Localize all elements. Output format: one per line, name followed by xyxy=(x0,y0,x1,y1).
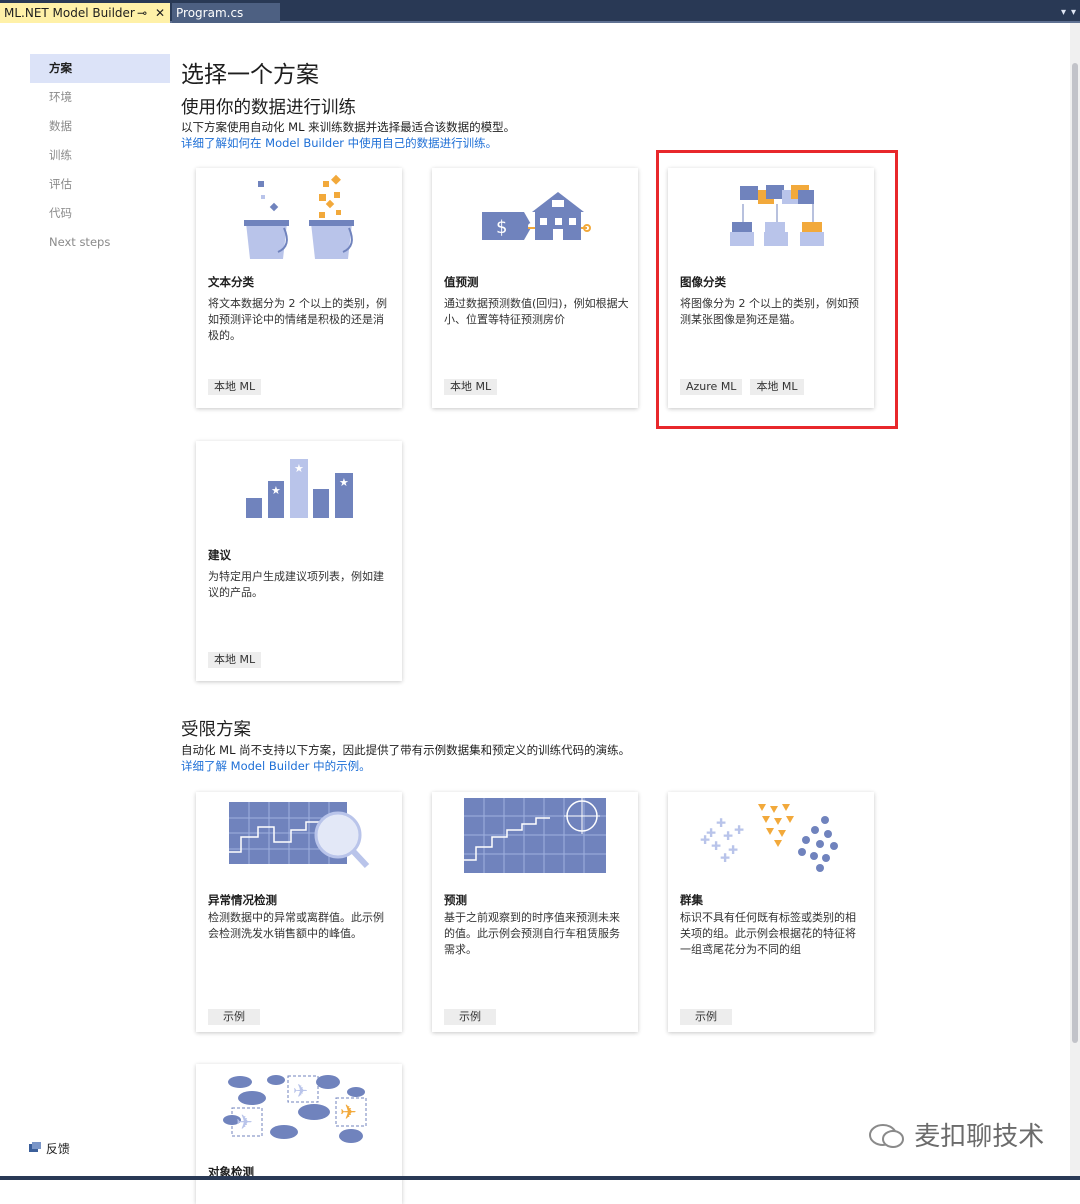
tab-program-cs[interactable]: Program.cs xyxy=(172,3,280,23)
tag-local-ml: 本地 ML xyxy=(444,379,498,395)
tab-label: ML.NET Model Builder xyxy=(4,6,135,20)
card-title: 异常情况检测 xyxy=(208,893,277,907)
scenario-card-value-prediction[interactable]: $ 值预测 通过数据预测数值(回归)，例如根据大小、位置等特征预测房价 本地 M… xyxy=(432,168,638,408)
sample-card-forecasting[interactable]: 预测 基于之前观察到的时序值来预测未来的值。此示例会预测自行车租赁服务需求。 示… xyxy=(432,792,638,1032)
tag-sample: 示例 xyxy=(680,1009,732,1025)
tag-local-ml: 本地 ML xyxy=(208,652,262,668)
tag-sample: 示例 xyxy=(444,1009,496,1025)
card-tags: 本地 ML xyxy=(444,379,498,395)
sample-card-anomaly-detection[interactable]: 异常情况检测 检测数据中的异常或离群值。此示例会检测洗发水销售额中的峰值。 示例 xyxy=(196,792,402,1032)
step-environment[interactable]: 环境 xyxy=(30,83,170,112)
card-description: 标识不具有任何既有标签或类别的相关项的组。此示例会根据花的特征将一组鸢尾花分为不… xyxy=(680,911,856,956)
close-icon[interactable]: ✕ xyxy=(155,3,165,23)
section-description-train: 以下方案使用自动化 ML 来训练数据并选择最适合该数据的模型。 xyxy=(181,120,516,134)
wechat-icon xyxy=(869,1124,904,1148)
sample-card-clustering[interactable]: ✚ ✚ ✚ ✚ ✚ ✚ ✚ ✚ 群集 标识不具有任何既有标签或类别的相关项的组。此示例会根据… xyxy=(668,792,874,1032)
card-description: 为特定用户生成建议项列表，例如建议的产品。 xyxy=(208,570,384,599)
svg-text:$: $ xyxy=(496,217,507,238)
status-bar xyxy=(0,1176,1080,1180)
selection-highlight-frame xyxy=(656,150,898,429)
card-tags: 本地 ML xyxy=(208,652,262,668)
feedback-button[interactable]: 反馈 xyxy=(28,1140,70,1157)
sample-card-object-detection[interactable]: ✈ ✈ ✈ 对象检测 xyxy=(196,1064,402,1204)
svg-text:★: ★ xyxy=(339,476,349,489)
window-menu-icon[interactable]: ▾ xyxy=(1071,7,1076,18)
tag-sample: 示例 xyxy=(208,1009,260,1025)
tab-label: Program.cs xyxy=(176,6,244,20)
step-train[interactable]: 训练 xyxy=(30,141,170,170)
feedback-icon xyxy=(29,1142,41,1152)
section-description-limited: 自动化 ML 尚不支持以下方案，因此提供了带有示例数据集和预定义的训练代码的演练… xyxy=(181,743,631,757)
step-scenario[interactable]: 方案 xyxy=(30,54,170,83)
section-heading-limited: 受限方案 xyxy=(181,720,251,740)
text-classification-illustration xyxy=(244,174,354,259)
card-tags: 本地 ML xyxy=(208,379,262,395)
card-title: 值预测 xyxy=(444,275,479,289)
card-tags: 示例 xyxy=(208,1009,260,1025)
pin-icon[interactable]: ⊸ xyxy=(137,3,147,23)
svg-text:✈: ✈ xyxy=(236,1110,253,1134)
object-detection-illustration: ✈ ✈ ✈ xyxy=(223,1075,367,1143)
watermark-text: 麦扣聊技术 xyxy=(914,1122,1045,1152)
recommendation-illustration: ★ ★ ★ xyxy=(246,459,353,518)
svg-text:✚: ✚ xyxy=(716,816,726,830)
card-title: 建议 xyxy=(208,548,231,562)
tag-local-ml: 本地 ML xyxy=(208,379,262,395)
section-heading-train: 使用你的数据进行训练 xyxy=(181,98,356,118)
card-title: 预测 xyxy=(444,893,467,907)
step-evaluate[interactable]: 评估 xyxy=(30,170,170,199)
step-data[interactable]: 数据 xyxy=(30,112,170,141)
feedback-label: 反馈 xyxy=(45,1142,70,1156)
card-description: 检测数据中的异常或离群值。此示例会检测洗发水销售额中的峰值。 xyxy=(208,911,384,940)
svg-text:✚: ✚ xyxy=(700,833,710,847)
learn-more-link-train[interactable]: 详细了解如何在 Model Builder 中使用自己的数据进行训练。 xyxy=(181,135,497,151)
card-description: 将文本数据分为 2 个以上的类别，例如预测评论中的情绪是积极的还是消极的。 xyxy=(208,297,387,342)
step-code[interactable]: 代码 xyxy=(30,199,170,228)
card-description: 基于之前观察到的时序值来预测未来的值。此示例会预测自行车租赁服务需求。 xyxy=(444,911,620,956)
svg-text:★: ★ xyxy=(294,462,304,475)
tab-model-builder[interactable]: ML.NET Model Builder ⊸ ✕ xyxy=(0,3,170,23)
card-title: 群集 xyxy=(680,893,703,907)
step-next-steps[interactable]: Next steps xyxy=(30,228,170,257)
learn-more-link-samples[interactable]: 详细了解 Model Builder 中的示例。 xyxy=(181,758,371,774)
svg-text:✈: ✈ xyxy=(293,1081,308,1102)
page-title: 选择一个方案 xyxy=(181,62,319,88)
vertical-scrollbar[interactable] xyxy=(1070,23,1080,1180)
svg-text:✈: ✈ xyxy=(340,1100,357,1124)
scenario-card-recommendation[interactable]: ★ ★ ★ 建议 为特定用户生成建议项列表，例如建议的产品。 本地 ML xyxy=(196,441,402,681)
wizard-steps-nav: 方案 环境 数据 训练 评估 代码 Next steps xyxy=(30,54,170,257)
tab-overflow-dropdown-icon[interactable]: ▾ xyxy=(1061,7,1066,18)
card-title: 文本分类 xyxy=(208,275,254,289)
anomaly-detection-illustration xyxy=(229,802,370,869)
svg-text:✚: ✚ xyxy=(734,823,744,837)
value-prediction-illustration: $ xyxy=(482,192,591,240)
scenario-card-text-classification[interactable]: 文本分类 将文本数据分为 2 个以上的类别，例如预测评论中的情绪是积极的还是消极… xyxy=(196,168,402,408)
svg-text:✚: ✚ xyxy=(720,851,730,865)
card-tags: 示例 xyxy=(680,1009,732,1025)
card-tags: 示例 xyxy=(444,1009,496,1025)
watermark: 麦扣聊技术 xyxy=(868,1116,1044,1153)
scrollbar-thumb[interactable] xyxy=(1072,63,1078,1043)
document-tab-bar: ML.NET Model Builder ⊸ ✕ Program.cs ▾ ▾ xyxy=(0,0,1080,23)
clustering-illustration: ✚✚✚✚ ✚✚✚✚ xyxy=(700,804,838,872)
svg-text:★: ★ xyxy=(271,484,281,497)
svg-text:✚: ✚ xyxy=(723,829,733,843)
forecasting-illustration xyxy=(464,798,606,873)
card-description: 通过数据预测数值(回归)，例如根据大小、位置等特征预测房价 xyxy=(444,297,629,326)
